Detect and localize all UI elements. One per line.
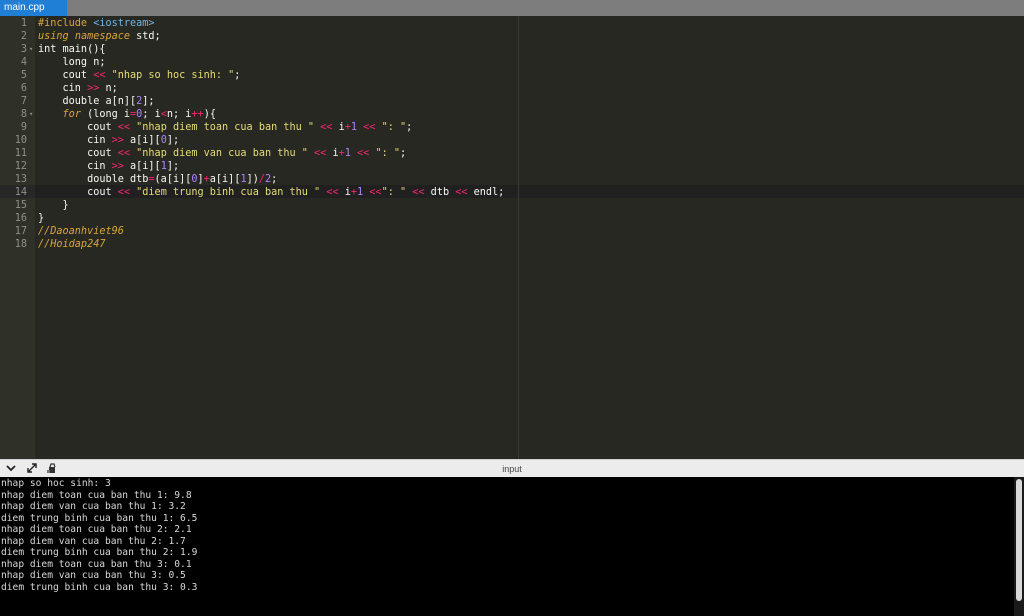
code-line[interactable]: cout << "nhap diem toan cua ban thu " <<… [38,121,412,134]
line-number: 1 [20,18,27,29]
code-line[interactable]: cout << "diem trung binh cua ban thu " <… [38,186,504,199]
line-number: 16 [14,213,27,224]
print-margin [518,16,519,459]
code-line[interactable]: double dtb=(a[i][0]+a[i][1])/2; [38,173,277,186]
console-line: nhap so hoc sinh: 3 [1,478,111,489]
code-line[interactable]: } [38,199,69,212]
console-line: nhap diem van cua ban thu 3: 0.5 [1,570,186,581]
console-panel-header: input [0,459,1024,477]
line-number: 6 [20,83,27,94]
code-line[interactable]: cout << "nhap diem van cua ban thu " << … [38,147,406,160]
line-number: 18 [14,239,27,250]
code-line[interactable]: double a[n][2]; [38,95,155,108]
console-line: diem trung binh cua ban thu 2: 1.9 [1,547,198,558]
chevron-down-icon[interactable] [4,462,18,476]
tab-bar: main.cpp [0,0,1024,16]
console-line: nhap diem toan cua ban thu 1: 9.8 [1,489,192,501]
fold-toggle-icon[interactable]: ▾ [29,108,33,121]
scrollbar-thumb[interactable] [1016,479,1022,601]
code-line[interactable]: int main(){ [38,43,105,56]
code-line[interactable]: cin >> a[i][1]; [38,160,179,173]
code-line[interactable]: cout << "nhap so hoc sinh: "; [38,69,241,82]
code-line[interactable]: long n; [38,56,106,69]
line-number: 8 [20,109,27,120]
line-number: 13 [14,174,27,185]
line-number: 10 [14,135,27,146]
code-editor[interactable]: 1 2 3 ▾ 4 5 6 7 8 ▾ 9 10 11 12 13 14 15 16 17 18 #include <… [0,16,1024,459]
code-line[interactable]: for (long i=0; i<n; i++){ [38,108,216,121]
console-line: nhap diem van cua ban thu 1: 3.2 [1,501,186,512]
line-number: 7 [20,96,27,107]
console-line: diem trung binh cua ban thu 1: 6.5 [1,512,198,524]
code-line[interactable]: using namespace std; [38,30,161,43]
line-number: 4 [20,57,27,68]
code-line[interactable]: } [38,212,44,225]
line-number: 17 [14,226,27,237]
console-line: nhap diem van cua ban thu 2: 1.7 [1,535,186,547]
code-line[interactable]: cin >> n; [38,82,118,95]
line-number: 2 [20,31,27,42]
console-scrollbar[interactable] [1014,477,1024,616]
line-number: 15 [14,200,27,211]
tab-label: main.cpp [4,2,45,13]
code-line[interactable]: //Hoidap247 [38,238,105,251]
clear-icon[interactable] [45,462,59,476]
code-line[interactable]: #include <iostream> [38,17,155,30]
console-line: diem trung binh cua ban thu 3: 0.3 [1,581,198,593]
console-output[interactable]: nhap so hoc sinh: 3 nhap diem toan cua ba… [0,477,1024,616]
expand-icon[interactable] [25,462,39,476]
line-number: 3 [20,44,27,55]
panel-title: input [502,464,522,474]
line-number: 11 [14,148,27,159]
console-line: nhap diem toan cua ban thu 3: 0.1 [1,558,192,570]
code-line[interactable]: cin >> a[i][0]; [38,134,179,147]
line-number: 5 [20,70,27,81]
fold-toggle-icon[interactable]: ▾ [29,43,33,56]
line-number: 12 [14,161,27,172]
console-line: nhap diem toan cua ban thu 2: 2.1 [1,524,192,535]
tab-main-cpp[interactable]: main.cpp [0,0,67,16]
line-number: 14 [14,187,27,198]
code-line[interactable]: //Daoanhviet96 [38,225,124,238]
code-area[interactable] [35,16,1024,459]
line-number: 9 [20,122,27,133]
